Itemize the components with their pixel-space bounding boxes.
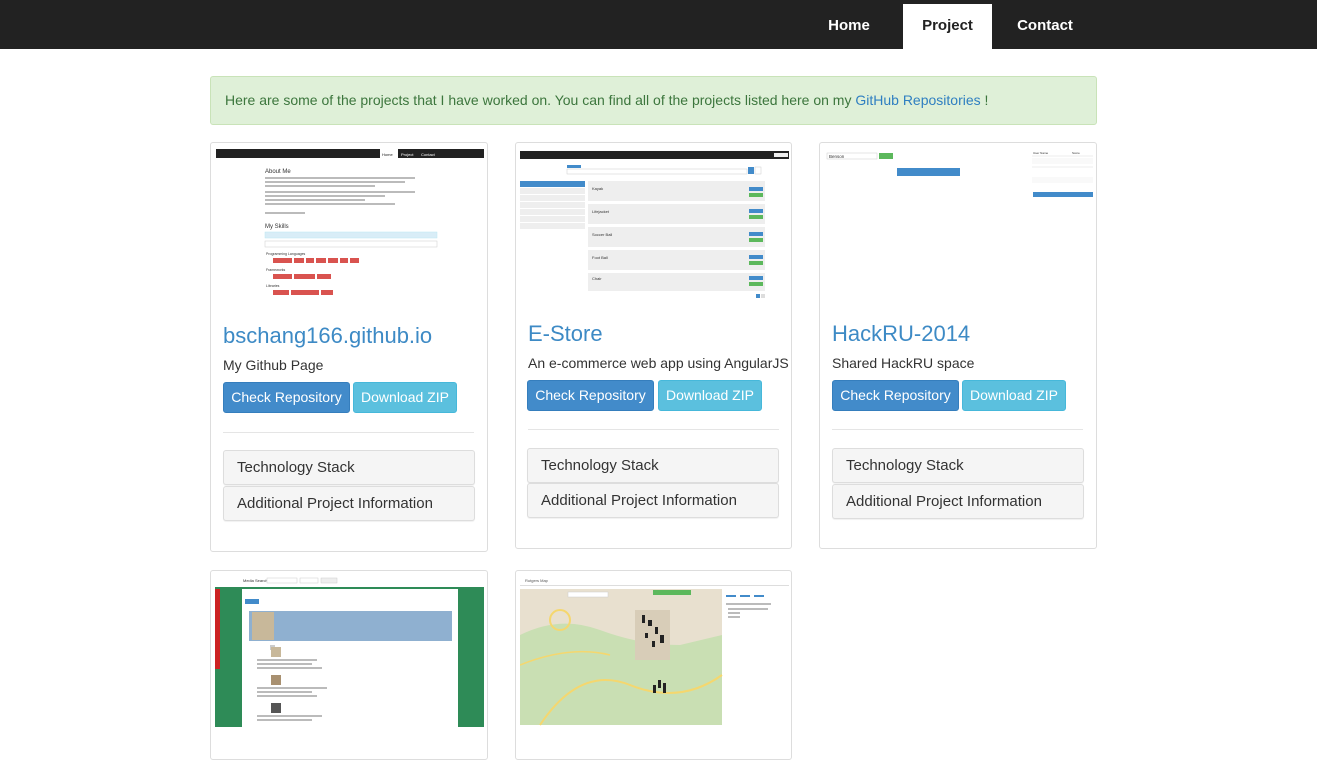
project-description: My Github Page [223,357,324,373]
check-repository-button[interactable]: Check Repository [832,380,959,411]
project-description: Shared HackRU space [832,355,975,371]
technology-stack-panel[interactable]: Technology Stack [832,448,1084,483]
mini-nav-home: Home [382,152,393,157]
nav-contact-link[interactable]: Contact [1000,4,1090,49]
hackru-thumbnail[interactable]: Benson User Name Score [824,147,1093,302]
github-page-thumbnail[interactable]: Home Project Contact About Me My Skills … [215,147,484,302]
project-title[interactable]: E-Store [528,321,603,347]
divider [832,429,1083,430]
project-title[interactable]: HackRU-2014 [832,321,970,347]
additional-info-panel[interactable]: Additional Project Information [832,484,1084,519]
mini-name: Benson [829,154,845,159]
nav-home-link[interactable]: Home [807,4,891,49]
download-zip-button[interactable]: Download ZIP [353,382,457,413]
intro-text: Here are some of the projects that I hav… [225,92,856,108]
project-title[interactable]: bschang166.github.io [223,323,432,349]
project-card-hackru: Benson User Name Score HackRU-2014 Share… [819,142,1097,549]
mini-col-user: User Name [1033,151,1049,155]
estore-thumbnail[interactable]: Kayak Lifejacket Soccer Ball Foot Ball C… [520,147,789,302]
mini-item-soccer-ball: Soccer Ball [592,232,612,237]
intro-alert: Here are some of the projects that I hav… [210,76,1097,125]
mini-item-kayak: Kayak [592,186,603,191]
project-card-map: Rutgers Map [515,570,792,760]
mini-media-title: Media Search [243,578,268,583]
mini-nav-project: Project [401,152,414,157]
project-card-github: Home Project Contact About Me My Skills … [210,142,488,552]
mini-nav-contact: Contact [421,152,436,157]
download-zip-button[interactable]: Download ZIP [962,380,1066,411]
check-repository-button[interactable]: Check Repository [223,382,350,413]
map-thumbnail[interactable]: Rutgers Map [520,575,789,727]
mini-about-heading: About Me [265,169,291,175]
technology-stack-panel[interactable]: Technology Stack [527,448,779,483]
check-repository-button[interactable]: Check Repository [527,380,654,411]
additional-info-panel[interactable]: Additional Project Information [527,483,779,518]
nav-project-link[interactable]: Project [903,4,992,49]
intro-suffix: ! [980,92,989,108]
project-card-media-search: Media Search [210,570,488,760]
mini-item-chair: Chair [592,276,602,281]
estore-screenshot: Kayak Lifejacket Soccer Ball Foot Ball C… [520,147,789,302]
mini-item-foot-ball: Foot Ball [592,255,608,260]
top-navbar: Home Project Contact [0,0,1317,49]
mini-group-frameworks: Frameworks [266,268,286,272]
map-screenshot: Rutgers Map [520,575,789,727]
additional-info-panel[interactable]: Additional Project Information [223,486,475,521]
divider [528,429,779,430]
mini-group-libraries: Libraries [266,284,280,288]
mini-col-score: Score [1072,151,1080,155]
mini-item-lifejacket: Lifejacket [592,209,610,214]
download-zip-button[interactable]: Download ZIP [658,380,762,411]
github-repositories-link[interactable]: GitHub Repositories [855,92,980,108]
mini-map-title: Rutgers Map [525,578,549,583]
technology-stack-panel[interactable]: Technology Stack [223,450,475,485]
mini-group-languages: Programming Languages [266,252,306,256]
github-page-screenshot: Home Project Contact About Me My Skills … [215,147,484,302]
media-search-screenshot: Media Search [215,575,484,727]
divider [223,432,474,433]
project-card-estore: Kayak Lifejacket Soccer Ball Foot Ball C… [515,142,792,549]
media-search-thumbnail[interactable]: Media Search [215,575,484,727]
project-description: An e-commerce web app using AngularJS [528,355,789,371]
hackru-screenshot: Benson User Name Score [824,147,1093,302]
mini-skills-heading: My Skills [265,224,289,230]
